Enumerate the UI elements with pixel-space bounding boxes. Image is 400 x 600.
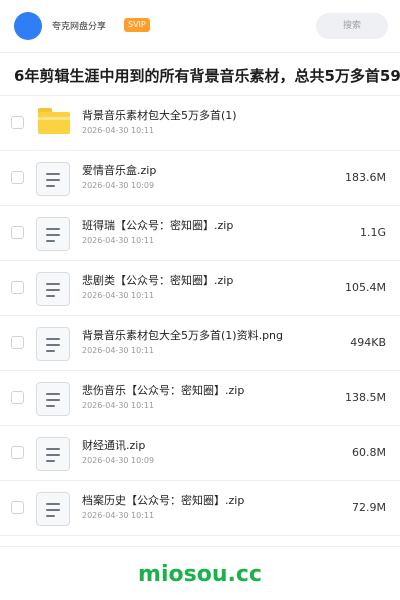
header-divider xyxy=(0,52,400,53)
select-checkbox[interactable] xyxy=(11,116,24,129)
file-icon xyxy=(36,382,70,416)
file-date: 2026-04-30 10:11 xyxy=(82,346,155,355)
file-name: 背景音乐素材包大全5万多首(1)资料.png xyxy=(82,329,284,342)
file-date: 2026-04-30 10:11 xyxy=(82,511,155,520)
file-icon xyxy=(36,437,70,471)
list-item[interactable]: 悲剧类【公众号：密知圈】.zip 2026-04-30 10:11 105.4M xyxy=(0,261,400,316)
watermark: miosou.cc xyxy=(138,562,262,587)
file-date: 2026-04-30 10:09 xyxy=(82,181,155,190)
select-checkbox[interactable] xyxy=(11,336,24,349)
file-icon xyxy=(36,327,70,361)
file-size: 60.8M xyxy=(352,446,386,459)
select-checkbox[interactable] xyxy=(11,226,24,239)
footer-divider xyxy=(0,546,400,547)
share-title: 6年剪辑生涯中用到的所有背景音乐素材，总共5万多首59 xyxy=(14,67,400,85)
list-item[interactable]: 背景音乐素材包大全5万多首(1)资料.png 2026-04-30 10:11 … xyxy=(0,316,400,371)
select-checkbox[interactable] xyxy=(11,171,24,184)
header: 夸克网盘分享 SVIP 搜索 xyxy=(0,0,400,52)
avatar[interactable] xyxy=(14,12,42,40)
file-name: 班得瑞【公众号：密知圈】.zip xyxy=(82,219,234,232)
list-item[interactable]: 财经通讯.zip 2026-04-30 10:09 60.8M xyxy=(0,426,400,481)
file-date: 2026-04-30 10:11 xyxy=(82,126,155,135)
svip-badge: SVIP xyxy=(124,18,150,32)
file-size: 105.4M xyxy=(345,281,386,294)
file-date: 2026-04-30 10:11 xyxy=(82,236,155,245)
file-name: 悲剧类【公众号：密知圈】.zip xyxy=(82,274,234,287)
folder-icon xyxy=(38,108,70,134)
file-name: 背景音乐素材包大全5万多首(1) xyxy=(82,109,237,122)
file-name: 爱情音乐盒.zip xyxy=(82,164,157,177)
file-date: 2026-04-30 10:09 xyxy=(82,456,155,465)
file-icon xyxy=(36,162,70,196)
select-checkbox[interactable] xyxy=(11,391,24,404)
list-item[interactable]: 档案历史【公众号：密知圈】.zip 2026-04-30 10:11 72.9M xyxy=(0,481,400,536)
file-icon xyxy=(36,492,70,526)
file-date: 2026-04-30 10:11 xyxy=(82,401,155,410)
file-name: 财经通讯.zip xyxy=(82,439,146,452)
file-size: 138.5M xyxy=(345,391,386,404)
select-checkbox[interactable] xyxy=(11,446,24,459)
brand-name: 夸克网盘分享 xyxy=(52,22,107,32)
file-list: 背景音乐素材包大全5万多首(1) 2026-04-30 10:11 爱情音乐盒.… xyxy=(0,96,400,536)
file-size: 494KB xyxy=(350,336,386,349)
file-date: 2026-04-30 10:11 xyxy=(82,291,155,300)
file-size: 183.6M xyxy=(345,171,386,184)
file-name: 悲伤音乐【公众号：密知圈】.zip xyxy=(82,384,245,397)
list-item[interactable]: 悲伤音乐【公众号：密知圈】.zip 2026-04-30 10:11 138.5… xyxy=(0,371,400,426)
file-icon xyxy=(36,272,70,306)
file-name: 档案历史【公众号：密知圈】.zip xyxy=(82,494,245,507)
search-input[interactable]: 搜索 xyxy=(316,13,388,39)
select-checkbox[interactable] xyxy=(11,281,24,294)
list-item[interactable]: 班得瑞【公众号：密知圈】.zip 2026-04-30 10:11 1.1G xyxy=(0,206,400,261)
list-item[interactable]: 爱情音乐盒.zip 2026-04-30 10:09 183.6M xyxy=(0,151,400,206)
file-size: 72.9M xyxy=(352,501,386,514)
file-size: 1.1G xyxy=(359,226,386,239)
select-checkbox[interactable] xyxy=(11,501,24,514)
list-item[interactable]: 背景音乐素材包大全5万多首(1) 2026-04-30 10:11 xyxy=(0,96,400,151)
file-icon xyxy=(36,217,70,251)
